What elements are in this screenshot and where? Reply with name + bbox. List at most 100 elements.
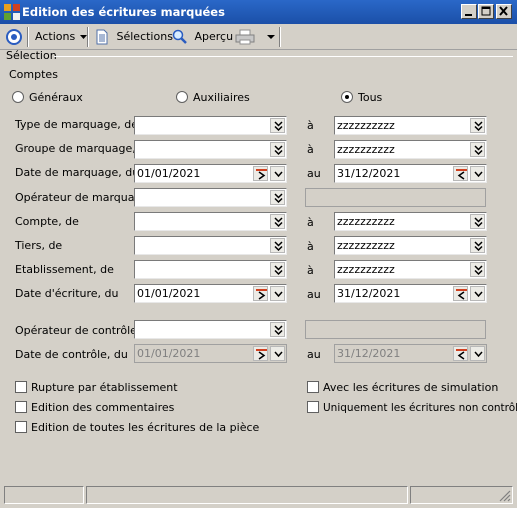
type-marquage-from-field[interactable] [134,116,287,135]
minimize-icon [465,14,472,16]
tiers-from-field[interactable] [134,236,287,255]
document-icon [96,29,108,45]
operateur-marquage-label: Opérateur de marquage [15,191,149,204]
calendar-button[interactable] [453,286,468,301]
dropdown-button[interactable] [470,262,485,277]
double-chevron-down-icon [474,265,483,276]
dropdown-button[interactable] [470,238,485,253]
calendar-button[interactable] [253,286,268,301]
calendar-button[interactable] [253,166,268,181]
operateur-controle-label: Opérateur de contrôle [15,324,137,337]
range-separator: à [307,143,314,156]
date-controle-label: Date de contrôle, du [15,348,128,361]
dropdown-button [270,346,285,361]
apercu-button[interactable]: Aperçu [172,27,233,47]
dropdown-button[interactable] [270,322,285,337]
dropdown-button[interactable] [470,286,485,301]
dropdown-button[interactable] [470,118,485,133]
minimize-button[interactable] [461,4,477,19]
maximize-button[interactable] [478,4,494,19]
dropdown-button[interactable] [270,238,285,253]
double-chevron-down-icon [474,217,483,228]
actions-menu-button[interactable]: Actions [35,27,88,47]
groupe-marquage-from-field[interactable] [134,140,287,159]
range-separator: à [307,264,314,277]
print-button[interactable] [235,27,277,47]
checkbox-label: Rupture par établissement [31,381,178,394]
radio-label: Auxiliaires [193,91,250,104]
tiers-label: Tiers, de [15,239,63,252]
section-divider [54,56,513,57]
double-chevron-down-icon [474,145,483,156]
calendar-prev-icon [456,289,467,300]
compte-to-field[interactable]: zzzzzzzzzz [334,212,487,231]
dropdown-button [470,346,485,361]
field-value: 01/01/2021 [137,347,201,360]
operateur-controle-field[interactable] [134,320,287,339]
magnifier-icon [172,29,187,44]
field-value: 01/01/2021 [137,287,201,300]
dropdown-button[interactable] [470,166,485,181]
double-chevron-down-icon [274,265,283,276]
etablissement-to-field[interactable]: zzzzzzzzzz [334,260,487,279]
calendar-button [453,346,468,361]
dropdown-button[interactable] [270,118,285,133]
etablissement-from-field[interactable] [134,260,287,279]
date-ecriture-from-field[interactable]: 01/01/2021 [134,284,287,303]
radio-label: Généraux [29,91,83,104]
calendar-button[interactable] [453,166,468,181]
calendar-next-icon [256,349,267,360]
dropdown-button[interactable] [270,190,285,205]
toolbar-separator [27,27,29,47]
tiers-to-field[interactable]: zzzzzzzzzz [334,236,487,255]
chevron-down-icon [274,171,283,178]
range-separator: à [307,216,314,229]
groupe-marquage-label: Groupe de marquage,de [15,142,150,155]
printer-icon [235,29,255,45]
radio-button[interactable] [176,91,188,103]
dropdown-button[interactable] [470,142,485,157]
app-icon [4,4,20,20]
compte-from-field[interactable] [134,212,287,231]
field-value: zzzzzzzzzz [337,215,395,228]
calendar-prev-icon [456,349,467,360]
dropdown-button[interactable] [270,166,285,181]
calendar-next-icon [256,169,267,180]
chevron-down-icon [474,291,483,298]
close-button[interactable] [496,4,512,19]
dropdown-button[interactable] [270,214,285,229]
operateur-marquage-field[interactable] [134,188,287,207]
checkbox[interactable] [307,401,319,413]
dropdown-button[interactable] [270,142,285,157]
resize-grip-icon[interactable] [499,490,511,502]
target-icon[interactable] [6,29,22,45]
date-marquage-from-field[interactable]: 01/01/2021 [134,164,287,183]
field-value: zzzzzzzzzz [337,119,395,132]
checkbox[interactable] [15,421,27,433]
chevron-down-icon [274,291,283,298]
dropdown-button[interactable] [470,214,485,229]
range-separator: à [307,240,314,253]
double-chevron-down-icon [274,217,283,228]
date-ecriture-to-field[interactable]: 31/12/2021 [334,284,487,303]
range-separator: au [307,167,321,180]
date-controle-to-field: 31/12/2021 [334,344,487,363]
status-cell [86,486,408,504]
checkbox[interactable] [15,401,27,413]
checkbox-label: Edition des commentaires [31,401,175,414]
etablissement-label: Etablissement, de [15,263,114,276]
checkbox[interactable] [15,381,27,393]
checkbox[interactable] [307,381,319,393]
dropdown-button[interactable] [270,262,285,277]
dropdown-button[interactable] [270,286,285,301]
selections-button[interactable]: Sélections [95,27,173,47]
title-bar[interactable]: Edition des écritures marquées [0,0,517,24]
date-marquage-to-field[interactable]: 31/12/2021 [334,164,487,183]
calendar-next-icon [256,289,267,300]
chevron-down-icon [274,351,283,358]
groupe-marquage-to-field[interactable]: zzzzzzzzzz [334,140,487,159]
field-value: 31/12/2021 [337,287,401,300]
radio-button-checked[interactable] [341,91,353,103]
radio-button[interactable] [12,91,24,103]
type-marquage-to-field[interactable]: zzzzzzzzzz [334,116,487,135]
